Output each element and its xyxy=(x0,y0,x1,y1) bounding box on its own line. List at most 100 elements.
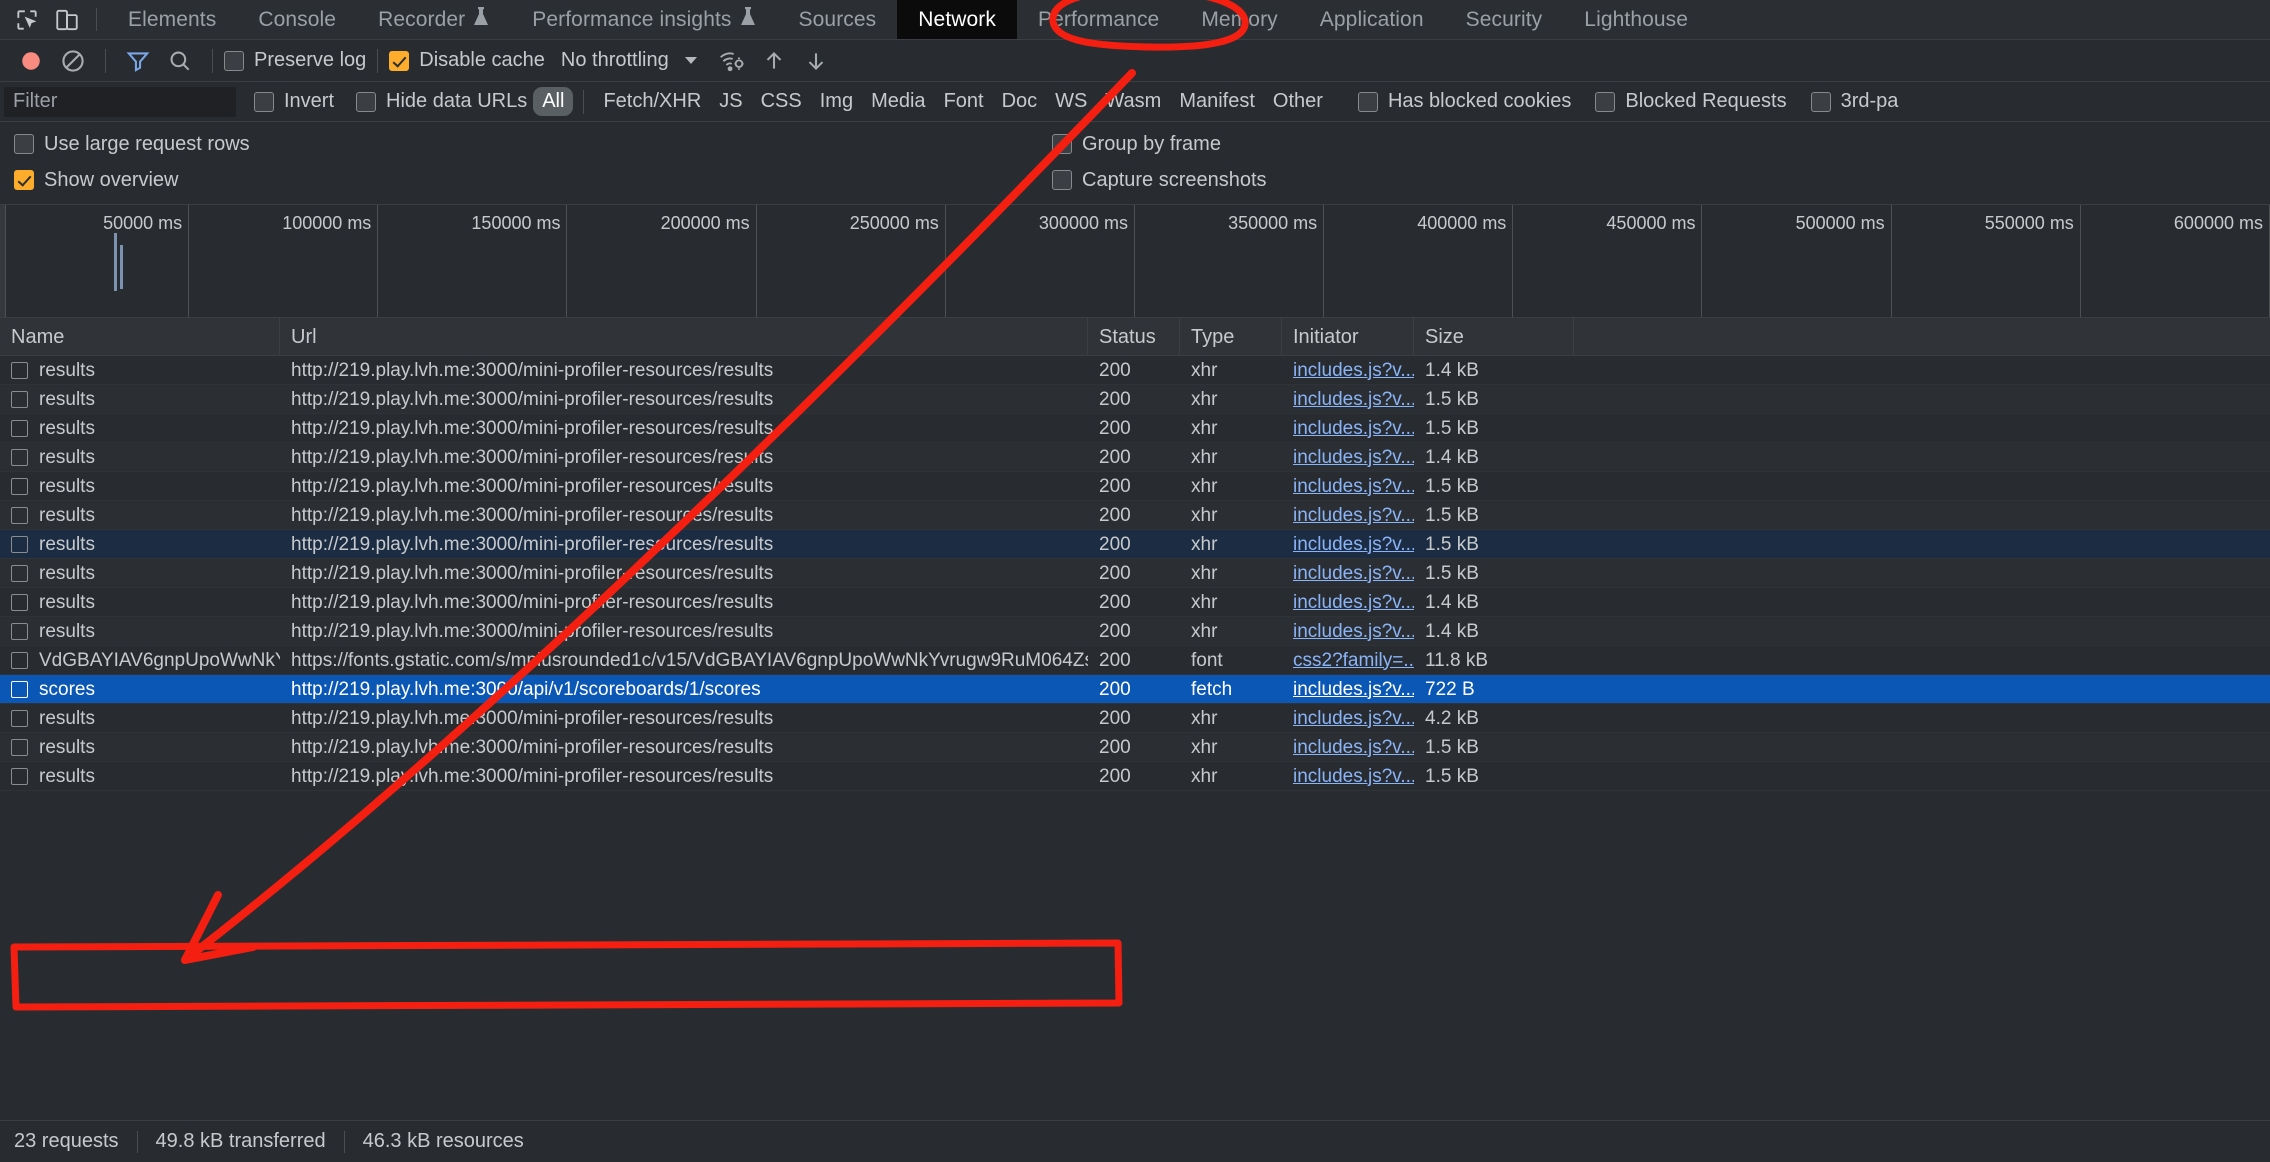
column-header-type[interactable]: Type xyxy=(1180,318,1282,356)
cell-initiator[interactable]: includes.js?v... xyxy=(1282,617,1414,646)
hide-data-urls-checkbox[interactable]: Hide data URLs xyxy=(356,90,527,113)
blocked-requests-box[interactable] xyxy=(1595,92,1615,112)
cell-initiator[interactable]: includes.js?v... xyxy=(1282,472,1414,501)
table-row[interactable]: resultshttp://219.play.lvh.me:3000/mini-… xyxy=(0,588,2270,617)
cell-initiator[interactable]: includes.js?v... xyxy=(1282,588,1414,617)
table-row[interactable]: resultshttp://219.play.lvh.me:3000/mini-… xyxy=(0,559,2270,588)
tab-performance-insights[interactable]: Performance insights xyxy=(511,0,777,39)
table-row[interactable]: resultshttp://219.play.lvh.me:3000/mini-… xyxy=(0,733,2270,762)
cell-initiator[interactable]: includes.js?v... xyxy=(1282,443,1414,472)
group-by-frame-checkbox[interactable]: Group by frame xyxy=(1052,133,1221,156)
table-row[interactable]: resultshttp://219.play.lvh.me:3000/mini-… xyxy=(0,472,2270,501)
device-toolbar-icon[interactable] xyxy=(50,5,84,35)
type-filter-media[interactable]: Media xyxy=(862,87,934,116)
record-circle-icon[interactable] xyxy=(10,44,52,78)
type-filter-other[interactable]: Other xyxy=(1264,87,1332,116)
type-filter-img[interactable]: Img xyxy=(811,87,862,116)
filter-input[interactable] xyxy=(4,87,236,117)
type-filter-doc[interactable]: Doc xyxy=(993,87,1047,116)
group-by-frame-box[interactable] xyxy=(1052,134,1072,154)
import-har-upload-icon[interactable] xyxy=(753,44,795,78)
third-party-box[interactable] xyxy=(1811,92,1831,112)
table-row[interactable]: resultshttp://219.play.lvh.me:3000/mini-… xyxy=(0,530,2270,559)
tab-recorder[interactable]: Recorder xyxy=(357,0,511,39)
has-blocked-cookies-checkbox[interactable]: Has blocked cookies xyxy=(1358,90,1571,113)
tab-console[interactable]: Console xyxy=(237,0,357,39)
cell-initiator[interactable]: includes.js?v... xyxy=(1282,762,1414,791)
show-overview-checkbox[interactable]: Show overview xyxy=(14,169,179,192)
inspect-element-icon[interactable] xyxy=(10,5,44,35)
cell-initiator[interactable]: includes.js?v... xyxy=(1282,704,1414,733)
network-requests-table: NameUrlStatusTypeInitiatorSize resultsht… xyxy=(0,318,2270,791)
type-filter-manifest[interactable]: Manifest xyxy=(1170,87,1264,116)
tab-sources[interactable]: Sources xyxy=(778,0,898,39)
type-filter-fetch-xhr[interactable]: Fetch/XHR xyxy=(594,87,710,116)
cell-status: 200 xyxy=(1088,559,1180,588)
tab-network[interactable]: Network xyxy=(897,0,1017,39)
column-header-name[interactable]: Name xyxy=(0,318,280,356)
table-row[interactable]: resultshttp://219.play.lvh.me:3000/mini-… xyxy=(0,762,2270,791)
capture-screenshots-checkbox[interactable]: Capture screenshots xyxy=(1052,169,1267,192)
tab-bar-divider xyxy=(96,8,97,31)
cell-initiator[interactable]: includes.js?v... xyxy=(1282,501,1414,530)
cell-initiator[interactable]: includes.js?v... xyxy=(1282,733,1414,762)
type-filter-ws[interactable]: WS xyxy=(1046,87,1096,116)
table-row[interactable]: VdGBAYIAV6gnpUpoWwNkYhttps://fonts.gstat… xyxy=(0,646,2270,675)
disable-cache-box[interactable] xyxy=(389,51,409,71)
tab-application[interactable]: Application xyxy=(1299,0,1445,39)
has-blocked-cookies-box[interactable] xyxy=(1358,92,1378,112)
preserve-log-box[interactable] xyxy=(224,51,244,71)
cell-initiator[interactable]: includes.js?v... xyxy=(1282,356,1414,385)
table-row[interactable]: resultshttp://219.play.lvh.me:3000/mini-… xyxy=(0,617,2270,646)
export-har-download-icon[interactable] xyxy=(795,44,837,78)
blocked-requests-checkbox[interactable]: Blocked Requests xyxy=(1595,90,1786,113)
preserve-log-checkbox[interactable]: Preserve log xyxy=(224,49,366,72)
disable-cache-checkbox[interactable]: Disable cache xyxy=(389,49,545,72)
type-filter-css[interactable]: CSS xyxy=(752,87,811,116)
use-large-request-rows-checkbox[interactable]: Use large request rows xyxy=(14,133,250,156)
hide-data-urls-box[interactable] xyxy=(356,92,376,112)
clear-no-entry-icon[interactable] xyxy=(52,44,94,78)
table-row[interactable]: resultshttp://219.play.lvh.me:3000/mini-… xyxy=(0,414,2270,443)
tab-bar-tool-icons xyxy=(6,0,94,39)
cell-initiator[interactable]: css2?family=... xyxy=(1282,646,1414,675)
search-magnifier-icon[interactable] xyxy=(159,44,201,78)
type-filter-wasm[interactable]: Wasm xyxy=(1096,87,1170,116)
column-header-size[interactable]: Size xyxy=(1414,318,1574,356)
cell-initiator[interactable]: includes.js?v... xyxy=(1282,530,1414,559)
throttling-select[interactable]: No throttling xyxy=(561,49,697,72)
blocked-requests-label: Blocked Requests xyxy=(1625,90,1786,113)
wifi-settings-icon[interactable] xyxy=(711,44,753,78)
type-filter-js[interactable]: JS xyxy=(710,87,751,116)
table-row[interactable]: resultshttp://219.play.lvh.me:3000/mini-… xyxy=(0,443,2270,472)
use-large-request-rows-box[interactable] xyxy=(14,134,34,154)
table-row[interactable]: resultshttp://219.play.lvh.me:3000/mini-… xyxy=(0,385,2270,414)
table-row[interactable]: resultshttp://219.play.lvh.me:3000/mini-… xyxy=(0,704,2270,733)
column-header-status[interactable]: Status xyxy=(1088,318,1180,356)
table-row[interactable]: resultshttp://219.play.lvh.me:3000/mini-… xyxy=(0,501,2270,530)
network-overview-timeline[interactable]: 50000 ms100000 ms150000 ms200000 ms25000… xyxy=(0,205,2270,318)
tab-performance[interactable]: Performance xyxy=(1017,0,1180,39)
type-filter-all[interactable]: All xyxy=(533,87,573,116)
column-header-url[interactable]: Url xyxy=(280,318,1088,356)
tab-security[interactable]: Security xyxy=(1445,0,1564,39)
cell-initiator[interactable]: includes.js?v... xyxy=(1282,385,1414,414)
third-party-requests-checkbox[interactable]: 3rd-pa xyxy=(1811,90,1899,113)
show-overview-box[interactable] xyxy=(14,170,34,190)
type-filter-font[interactable]: Font xyxy=(935,87,993,116)
cell-initiator[interactable]: includes.js?v... xyxy=(1282,559,1414,588)
cell-initiator[interactable]: includes.js?v... xyxy=(1282,675,1414,704)
table-row[interactable]: scoreshttp://219.play.lvh.me:3000/api/v1… xyxy=(0,675,2270,704)
column-header-initiator[interactable]: Initiator xyxy=(1282,318,1414,356)
tab-memory[interactable]: Memory xyxy=(1180,0,1298,39)
cell-type: xhr xyxy=(1180,472,1282,501)
cell-status: 200 xyxy=(1088,733,1180,762)
cell-initiator[interactable]: includes.js?v... xyxy=(1282,414,1414,443)
table-row[interactable]: resultshttp://219.play.lvh.me:3000/mini-… xyxy=(0,356,2270,385)
tab-lighthouse[interactable]: Lighthouse xyxy=(1563,0,1709,39)
funnel-filter-icon[interactable] xyxy=(117,44,159,78)
invert-checkbox[interactable]: Invert xyxy=(254,90,334,113)
invert-box[interactable] xyxy=(254,92,274,112)
tab-elements[interactable]: Elements xyxy=(107,0,237,39)
capture-screenshots-box[interactable] xyxy=(1052,170,1072,190)
